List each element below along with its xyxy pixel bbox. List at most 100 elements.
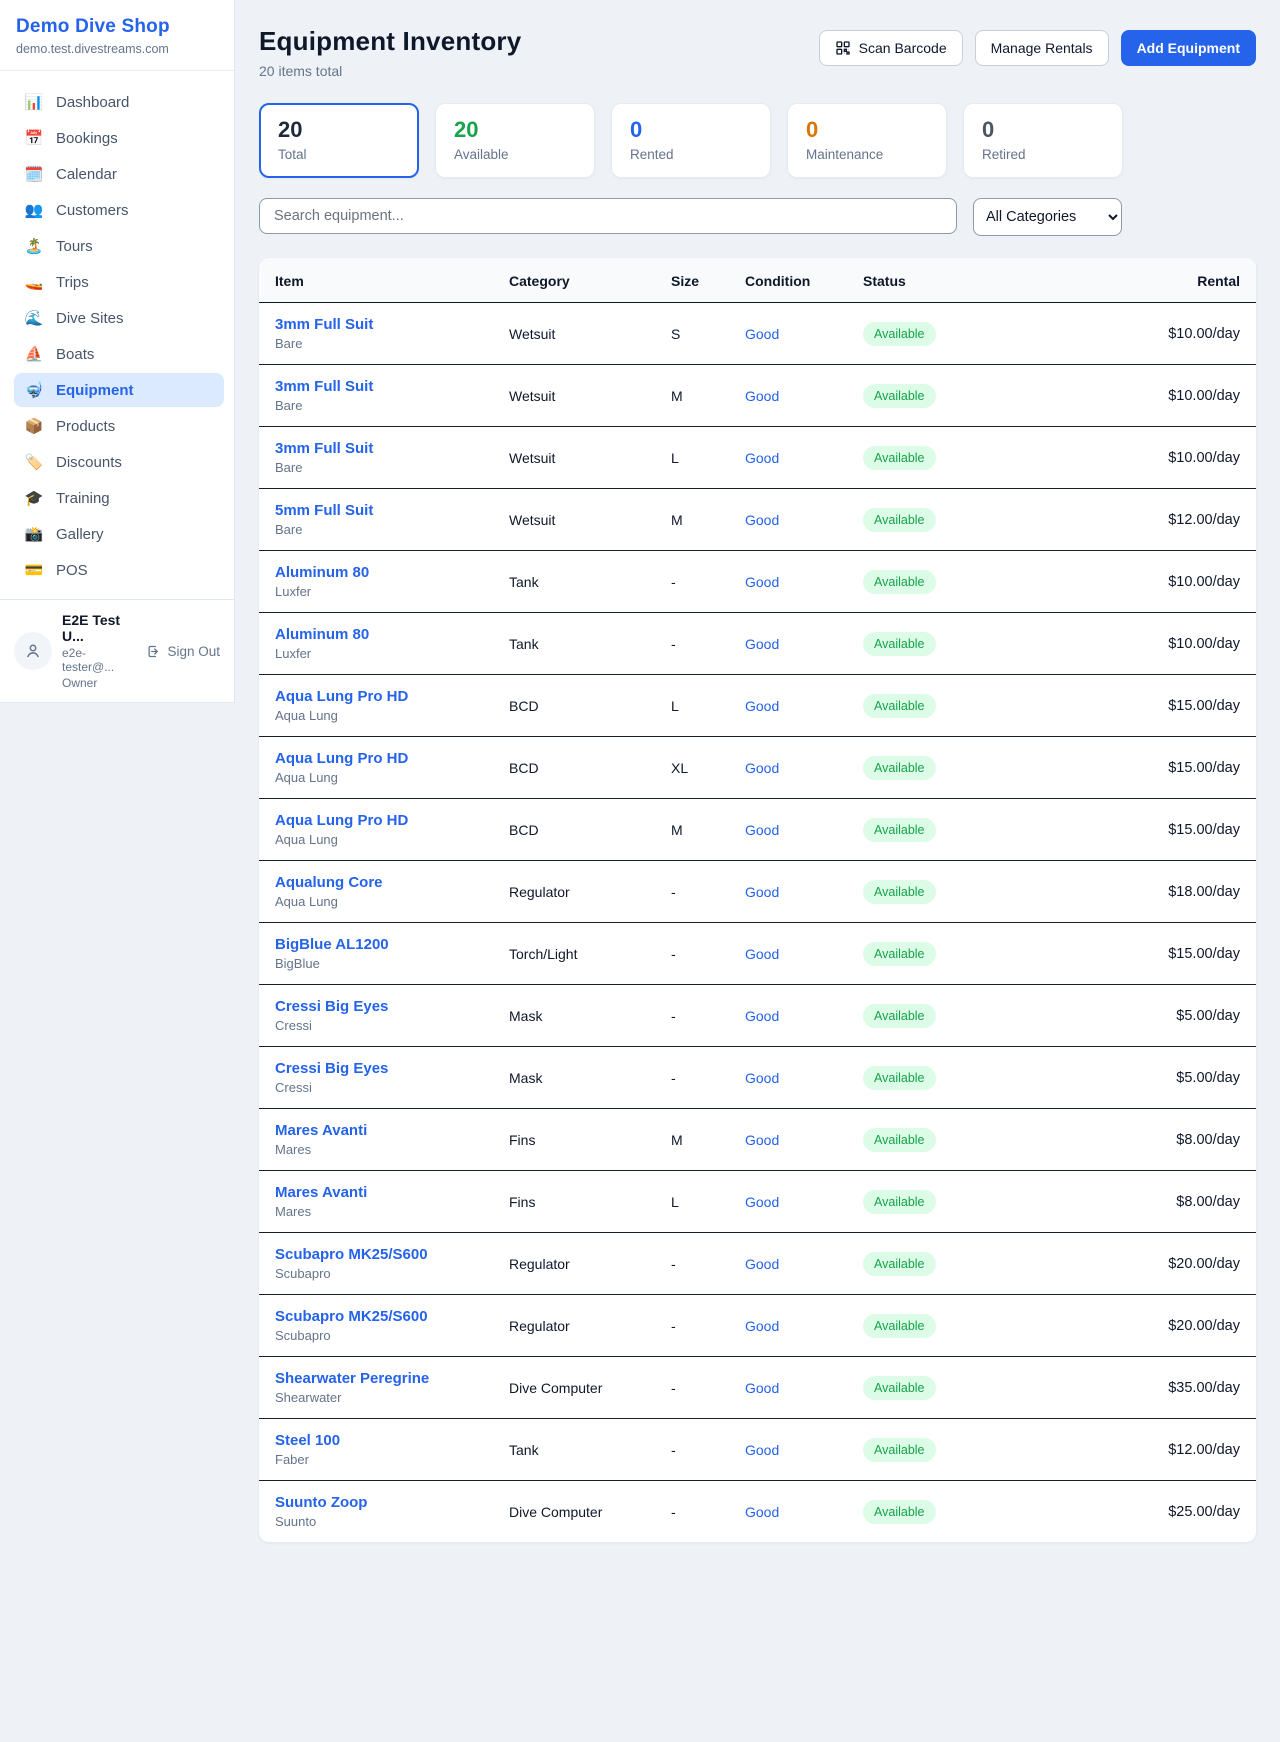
condition-link[interactable]: Good <box>745 512 779 528</box>
item-size: - <box>671 551 745 613</box>
item-link[interactable]: Shearwater Peregrine <box>275 1370 429 1387</box>
item-link[interactable]: Aluminum 80 <box>275 564 369 581</box>
sidebar-item-gallery[interactable]: 📸 Gallery <box>14 517 224 551</box>
condition-link[interactable]: Good <box>745 1380 779 1396</box>
sidebar-item-boats[interactable]: ⛵ Boats <box>14 337 224 371</box>
table-row[interactable]: 3mm Full Suit Bare Wetsuit M Good Availa… <box>259 365 1256 427</box>
manage-rentals-label: Manage Rentals <box>991 40 1093 56</box>
condition-link[interactable]: Good <box>745 636 779 652</box>
bar-chart-icon: 📊 <box>24 93 44 111</box>
condition-link[interactable]: Good <box>745 1318 779 1334</box>
table-row[interactable]: 3mm Full Suit Bare Wetsuit L Good Availa… <box>259 427 1256 489</box>
item-link[interactable]: Scubapro MK25/S600 <box>275 1308 428 1325</box>
item-link[interactable]: 3mm Full Suit <box>275 316 373 333</box>
stat-card-maintenance[interactable]: 0 Maintenance <box>787 103 947 178</box>
item-link[interactable]: Aqua Lung Pro HD <box>275 750 408 767</box>
rental-rate: $15.00/day <box>1015 799 1256 861</box>
sidebar-item-customers[interactable]: 👥 Customers <box>14 193 224 227</box>
condition-link[interactable]: Good <box>745 698 779 714</box>
item-link[interactable]: Mares Avanti <box>275 1122 367 1139</box>
item-link[interactable]: 5mm Full Suit <box>275 502 373 519</box>
column-header-rental: Rental <box>1015 258 1256 303</box>
table-row[interactable]: Aluminum 80 Luxfer Tank - Good Available… <box>259 551 1256 613</box>
table-row[interactable]: Cressi Big Eyes Cressi Mask - Good Avail… <box>259 985 1256 1047</box>
package-icon: 📦 <box>24 417 44 435</box>
rental-rate: $20.00/day <box>1015 1295 1256 1357</box>
stat-card-total[interactable]: 20 Total <box>259 103 419 178</box>
table-row[interactable]: Aqua Lung Pro HD Aqua Lung BCD M Good Av… <box>259 799 1256 861</box>
item-link[interactable]: Aqua Lung Pro HD <box>275 688 408 705</box>
item-link[interactable]: 3mm Full Suit <box>275 440 373 457</box>
sidebar-item-tours[interactable]: 🏝️ Tours <box>14 229 224 263</box>
condition-link[interactable]: Good <box>745 1008 779 1024</box>
rental-rate: $12.00/day <box>1015 1419 1256 1481</box>
table-row[interactable]: Cressi Big Eyes Cressi Mask - Good Avail… <box>259 1047 1256 1109</box>
stat-card-available[interactable]: 20 Available <box>435 103 595 178</box>
condition-link[interactable]: Good <box>745 1504 779 1520</box>
sidebar-item-discounts[interactable]: 🏷️ Discounts <box>14 445 224 479</box>
table-row[interactable]: Scubapro MK25/S600 Scubapro Regulator - … <box>259 1233 1256 1295</box>
search-input[interactable] <box>259 198 957 234</box>
table-row[interactable]: Aluminum 80 Luxfer Tank - Good Available… <box>259 613 1256 675</box>
item-link[interactable]: Suunto Zoop <box>275 1494 367 1511</box>
table-row[interactable]: Mares Avanti Mares Fins M Good Available… <box>259 1109 1256 1171</box>
table-row[interactable]: BigBlue AL1200 BigBlue Torch/Light - Goo… <box>259 923 1256 985</box>
item-link[interactable]: BigBlue AL1200 <box>275 936 389 953</box>
condition-link[interactable]: Good <box>745 884 779 900</box>
condition-link[interactable]: Good <box>745 1194 779 1210</box>
condition-link[interactable]: Good <box>745 760 779 776</box>
table-row[interactable]: Steel 100 Faber Tank - Good Available $1… <box>259 1419 1256 1481</box>
sidebar-item-equipment[interactable]: 🤿 Equipment <box>14 373 224 407</box>
condition-link[interactable]: Good <box>745 822 779 838</box>
sidebar-item-calendar[interactable]: 🗓️ Calendar <box>14 157 224 191</box>
table-row[interactable]: Suunto Zoop Suunto Dive Computer - Good … <box>259 1481 1256 1543</box>
condition-link[interactable]: Good <box>745 574 779 590</box>
sidebar-item-bookings[interactable]: 📅 Bookings <box>14 121 224 155</box>
condition-link[interactable]: Good <box>745 1442 779 1458</box>
item-link[interactable]: 3mm Full Suit <box>275 378 373 395</box>
sidebar-item-trips[interactable]: 🚤 Trips <box>14 265 224 299</box>
status-badge: Available <box>863 508 936 532</box>
table-row[interactable]: 3mm Full Suit Bare Wetsuit S Good Availa… <box>259 303 1256 365</box>
table-row[interactable]: Aqualung Core Aqua Lung Regulator - Good… <box>259 861 1256 923</box>
condition-link[interactable]: Good <box>745 946 779 962</box>
stat-card-retired[interactable]: 0 Retired <box>963 103 1123 178</box>
table-row[interactable]: Aqua Lung Pro HD Aqua Lung BCD L Good Av… <box>259 675 1256 737</box>
condition-link[interactable]: Good <box>745 450 779 466</box>
table-row[interactable]: Mares Avanti Mares Fins L Good Available… <box>259 1171 1256 1233</box>
stat-card-rented[interactable]: 0 Rented <box>611 103 771 178</box>
sidebar-item-training[interactable]: 🎓 Training <box>14 481 224 515</box>
scan-barcode-button[interactable]: Scan Barcode <box>819 30 963 66</box>
item-link[interactable]: Steel 100 <box>275 1432 340 1449</box>
sign-out-button[interactable]: Sign Out <box>146 644 220 659</box>
manage-rentals-button[interactable]: Manage Rentals <box>975 30 1109 66</box>
item-link[interactable]: Cressi Big Eyes <box>275 1060 388 1077</box>
page-title-block: Equipment Inventory 20 items total <box>259 26 521 79</box>
table-row[interactable]: Aqua Lung Pro HD Aqua Lung BCD XL Good A… <box>259 737 1256 799</box>
category-select[interactable]: All Categories <box>973 198 1122 236</box>
condition-link[interactable]: Good <box>745 1256 779 1272</box>
condition-link[interactable]: Good <box>745 1070 779 1086</box>
sidebar-item-dashboard[interactable]: 📊 Dashboard <box>14 85 224 119</box>
item-link[interactable]: Aqua Lung Pro HD <box>275 812 408 829</box>
add-equipment-button[interactable]: Add Equipment <box>1121 30 1256 66</box>
table-row[interactable]: 5mm Full Suit Bare Wetsuit M Good Availa… <box>259 489 1256 551</box>
item-link[interactable]: Scubapro MK25/S600 <box>275 1246 428 1263</box>
rental-rate: $10.00/day <box>1015 613 1256 675</box>
item-link[interactable]: Mares Avanti <box>275 1184 367 1201</box>
table-row[interactable]: Scubapro MK25/S600 Scubapro Regulator - … <box>259 1295 1256 1357</box>
nav-label: Tours <box>56 238 93 255</box>
item-link[interactable]: Aqualung Core <box>275 874 383 891</box>
condition-link[interactable]: Good <box>745 1132 779 1148</box>
condition-link[interactable]: Good <box>745 326 779 342</box>
rental-rate: $10.00/day <box>1015 551 1256 613</box>
item-link[interactable]: Aluminum 80 <box>275 626 369 643</box>
sidebar-item-pos[interactable]: 💳 POS <box>14 553 224 587</box>
item-size: - <box>671 1481 745 1543</box>
item-link[interactable]: Cressi Big Eyes <box>275 998 388 1015</box>
condition-link[interactable]: Good <box>745 388 779 404</box>
sidebar-item-dive-sites[interactable]: 🌊 Dive Sites <box>14 301 224 335</box>
sidebar-item-products[interactable]: 📦 Products <box>14 409 224 443</box>
item-category: Regulator <box>509 1233 671 1295</box>
table-row[interactable]: Shearwater Peregrine Shearwater Dive Com… <box>259 1357 1256 1419</box>
